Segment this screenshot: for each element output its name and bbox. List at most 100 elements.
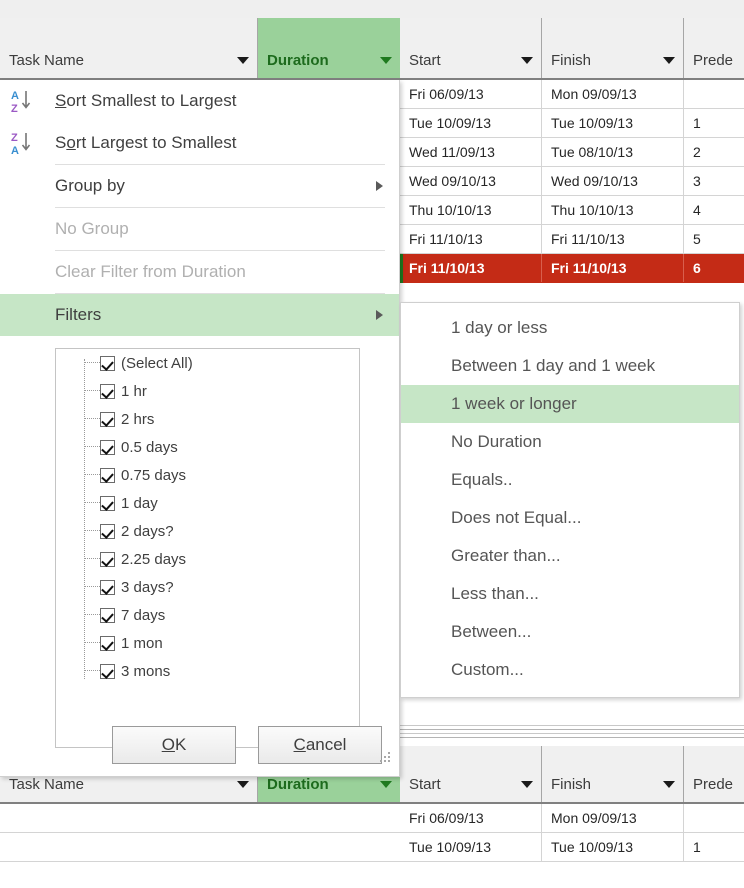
checkbox[interactable]: [100, 383, 115, 399]
list-item[interactable]: (Select All): [56, 349, 359, 377]
cell-finish[interactable]: Mon 09/09/13: [542, 804, 684, 832]
cell-start[interactable]: Thu 10/10/13: [400, 196, 542, 224]
submenu-item-custom[interactable]: Custom...: [401, 651, 739, 689]
filter-arrow-icon[interactable]: [380, 57, 392, 64]
cell-pred[interactable]: [684, 804, 744, 832]
cell-pred[interactable]: [684, 80, 744, 108]
cell-finish[interactable]: Tue 10/09/13: [542, 109, 684, 137]
cell-start[interactable]: Fri 06/09/13: [400, 80, 542, 108]
checkbox[interactable]: [100, 467, 115, 483]
cell-pred[interactable]: 6: [684, 254, 744, 282]
cell-finish[interactable]: Fri 11/10/13: [542, 254, 684, 282]
checkbox[interactable]: [100, 355, 115, 371]
checkbox-label: 2.25 days: [121, 550, 187, 568]
resize-grip-icon[interactable]: [380, 750, 392, 762]
column-header-start[interactable]: Start: [400, 746, 542, 802]
menu-item-filters[interactable]: Filters: [0, 294, 399, 336]
column-header-label: Start: [409, 776, 441, 793]
column-filter-dropdown-menu[interactable]: A Z Sort Smallest to Largest Z A Sort Largest…: [0, 80, 400, 777]
checkbox[interactable]: [100, 439, 115, 455]
submenu-item-no-duration[interactable]: No Duration: [401, 423, 739, 461]
submenu-item-label: Less than...: [451, 584, 539, 603]
column-header-label: Duration: [267, 776, 329, 793]
cell-finish[interactable]: Mon 09/09/13: [542, 80, 684, 108]
cell-pred[interactable]: 1: [684, 833, 744, 861]
checkbox-label: 1 mon: [121, 634, 163, 652]
checkbox-label: (Select All): [121, 354, 193, 372]
cell-finish[interactable]: Thu 10/10/13: [542, 196, 684, 224]
ok-button[interactable]: OK: [112, 726, 236, 764]
list-item[interactable]: 3 days?: [56, 573, 359, 601]
menu-item-clear-filter-from-duration[interactable]: Clear Filter from Duration: [0, 251, 399, 293]
list-item[interactable]: 0.75 days: [56, 461, 359, 489]
cell-finish[interactable]: Wed 09/10/13: [542, 167, 684, 195]
submenu-item-equals[interactable]: Equals..: [401, 461, 739, 499]
menu-item-no-group[interactable]: No Group: [0, 208, 399, 250]
cell-pred[interactable]: 5: [684, 225, 744, 253]
submenu-item-does-not-equal[interactable]: Does not Equal...: [401, 499, 739, 537]
filter-value-listbox[interactable]: (Select All) 1 hr 2 hrs 0.5 days 0.75 days 1 …: [55, 348, 360, 748]
submenu-item-greater-than[interactable]: Greater than...: [401, 537, 739, 575]
list-item[interactable]: 1 mon: [56, 629, 359, 657]
list-item[interactable]: 3 mons: [56, 657, 359, 685]
table-row[interactable]: Tue 10/09/13 Tue 10/09/13 1: [0, 833, 744, 862]
list-item[interactable]: 0.5 days: [56, 433, 359, 461]
filter-arrow-icon[interactable]: [521, 781, 533, 788]
column-header-duration[interactable]: Duration: [258, 18, 400, 78]
checkbox[interactable]: [100, 607, 115, 623]
filter-arrow-icon[interactable]: [237, 57, 249, 64]
filter-arrow-icon[interactable]: [380, 781, 392, 788]
menu-item-group-by[interactable]: Group by: [0, 165, 399, 207]
checkbox[interactable]: [100, 579, 115, 595]
filter-arrow-icon[interactable]: [521, 57, 533, 64]
cell-start[interactable]: Fri 11/10/13: [400, 254, 542, 282]
submenu-item-between[interactable]: Between...: [401, 613, 739, 651]
filter-arrow-icon[interactable]: [663, 57, 675, 64]
column-header-prede[interactable]: Prede: [684, 746, 744, 802]
checkbox[interactable]: [100, 663, 115, 679]
column-header-finish[interactable]: Finish: [542, 746, 684, 802]
list-item[interactable]: 2 days?: [56, 517, 359, 545]
list-item[interactable]: 7 days: [56, 601, 359, 629]
filter-arrow-icon[interactable]: [663, 781, 675, 788]
table-row[interactable]: Fri 06/09/13 Mon 09/09/13: [0, 804, 744, 833]
list-item[interactable]: 1 hr: [56, 377, 359, 405]
checkbox[interactable]: [100, 523, 115, 539]
cell-pred[interactable]: 1: [684, 109, 744, 137]
cell-pred[interactable]: 2: [684, 138, 744, 166]
submenu-item-1-day-or-less[interactable]: 1 day or less: [401, 309, 739, 347]
cell-start[interactable]: Tue 10/09/13: [400, 833, 542, 861]
cell-finish[interactable]: Fri 11/10/13: [542, 225, 684, 253]
submenu-item-between-1-day-and-1-week[interactable]: Between 1 day and 1 week: [401, 347, 739, 385]
menu-item-sort-smallest-to-largest[interactable]: A Z Sort Smallest to Largest: [0, 80, 399, 122]
column-header-start[interactable]: Start: [400, 18, 542, 78]
cell-start[interactable]: Fri 06/09/13: [400, 804, 542, 832]
svg-text:Z: Z: [11, 132, 18, 144]
cell-pred[interactable]: 3: [684, 167, 744, 195]
checkbox-label: 1 day: [121, 494, 158, 512]
checkbox[interactable]: [100, 495, 115, 511]
list-item[interactable]: 2.25 days: [56, 545, 359, 573]
submenu-item-1-week-or-longer[interactable]: 1 week or longer: [401, 385, 739, 423]
cell-finish[interactable]: Tue 10/09/13: [542, 833, 684, 861]
column-header-task-name[interactable]: Task Name: [0, 18, 258, 78]
filters-submenu[interactable]: 1 day or less Between 1 day and 1 week 1 w…: [400, 302, 740, 698]
cancel-button[interactable]: Cancel: [258, 726, 382, 764]
submenu-item-less-than[interactable]: Less than...: [401, 575, 739, 613]
cell-start[interactable]: Fri 11/10/13: [400, 225, 542, 253]
cell-start[interactable]: Tue 10/09/13: [400, 109, 542, 137]
menu-item-sort-largest-to-smallest[interactable]: Z A Sort Largest to Smallest: [0, 122, 399, 164]
column-header-finish[interactable]: Finish: [542, 18, 684, 78]
cell-finish[interactable]: Tue 08/10/13: [542, 138, 684, 166]
filter-arrow-icon[interactable]: [237, 781, 249, 788]
cell-pred[interactable]: 4: [684, 196, 744, 224]
checkbox[interactable]: [100, 551, 115, 567]
list-item[interactable]: 2 hrs: [56, 405, 359, 433]
cell-start[interactable]: Wed 11/09/13: [400, 138, 542, 166]
menu-item-label: No Group: [55, 219, 129, 238]
list-item[interactable]: 1 day: [56, 489, 359, 517]
checkbox[interactable]: [100, 635, 115, 651]
column-header-prede[interactable]: Prede: [684, 18, 744, 78]
checkbox[interactable]: [100, 411, 115, 427]
cell-start[interactable]: Wed 09/10/13: [400, 167, 542, 195]
